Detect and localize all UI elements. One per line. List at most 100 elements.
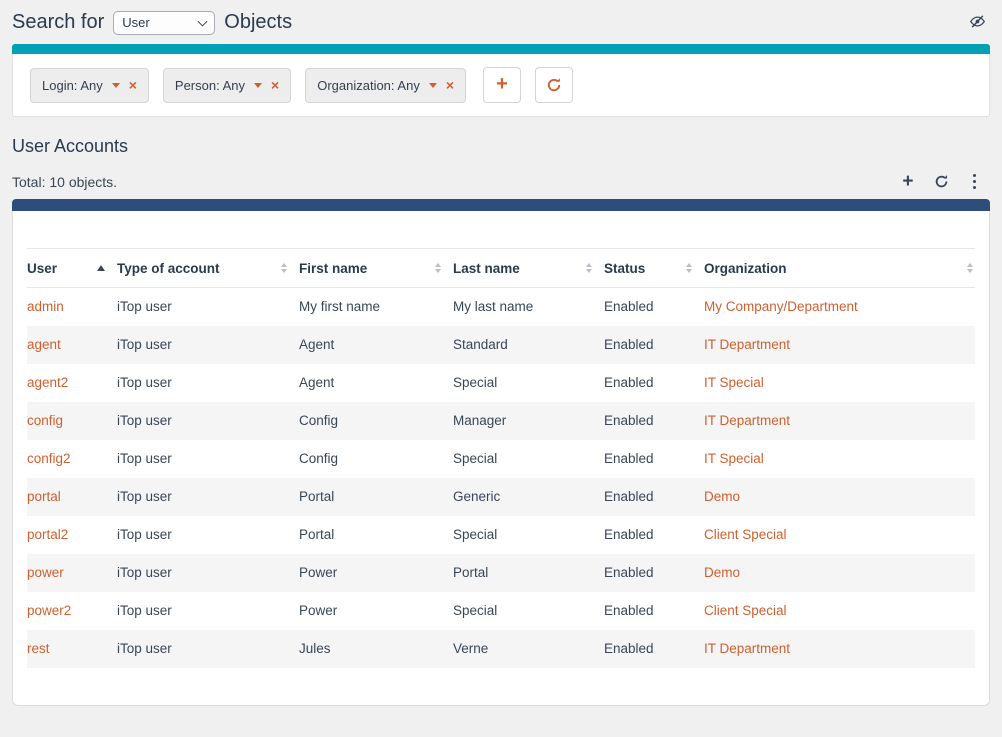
last-name-cell: Special [453, 592, 604, 630]
organization-link[interactable]: IT Special [704, 375, 764, 390]
organization-cell: IT Department [704, 402, 975, 440]
organization-cell: IT Department [704, 630, 975, 668]
user-link[interactable]: portal2 [27, 527, 68, 542]
user-link[interactable]: power [27, 565, 64, 580]
first-name-cell: Power [299, 554, 453, 592]
last-name-cell: Standard [453, 326, 604, 364]
organization-cell: IT Special [704, 440, 975, 478]
organization-cell: IT Special [704, 364, 975, 402]
status-cell: Enabled [604, 478, 704, 516]
last-name-cell: Special [453, 516, 604, 554]
organization-link[interactable]: My Company/Department [704, 299, 858, 314]
filter-criterion-chip[interactable]: Organization: Any × [305, 68, 466, 103]
class-select[interactable]: User [113, 11, 215, 35]
organization-link[interactable]: IT Department [704, 337, 790, 352]
user-link[interactable]: config [27, 413, 63, 428]
sort-down-arrow [967, 269, 973, 273]
remove-criterion-icon[interactable]: × [446, 78, 454, 92]
column-header-user[interactable]: User [27, 249, 117, 288]
user-cell: agent2 [27, 364, 117, 402]
column-header-organization[interactable]: Organization [704, 249, 975, 288]
organization-link[interactable]: Demo [704, 489, 740, 504]
organization-link[interactable]: Client Special [704, 527, 787, 542]
organization-link[interactable]: IT Department [704, 413, 790, 428]
caret-down-icon[interactable] [429, 83, 437, 88]
page-title-prefix: Search for [12, 11, 104, 34]
user-cell: admin [27, 288, 117, 326]
sort-icon[interactable] [967, 263, 973, 273]
sort-up-arrow [435, 263, 441, 267]
plus-icon: + [902, 172, 913, 191]
column-header-inner: Organization [704, 261, 975, 276]
caret-down-icon[interactable] [112, 83, 120, 88]
caret-down-icon[interactable] [254, 83, 262, 88]
sort-down-arrow [281, 269, 287, 273]
user-link[interactable]: config2 [27, 451, 71, 466]
search-criteria-panel: Login: Any× Person: Any× Organization: Any… [12, 54, 990, 117]
filter-criterion-chip[interactable]: Person: Any× [163, 68, 291, 103]
column-label: User [27, 261, 57, 276]
status-cell: Enabled [604, 516, 704, 554]
table-row: agent2iTop userAgentSpecialEnabledIT Spe… [27, 364, 975, 402]
sort-up-arrow [967, 263, 973, 267]
column-header-inner: Status [604, 261, 704, 276]
kebab-menu-icon [969, 174, 981, 190]
criterion-label: Organization: Any [317, 78, 420, 93]
class-select-wrap: User [113, 10, 215, 35]
first-name-cell: Power [299, 592, 453, 630]
sort-icon[interactable] [686, 263, 692, 273]
column-header-last-name[interactable]: Last name [453, 249, 604, 288]
user-link[interactable]: rest [27, 641, 50, 656]
user-cell: agent [27, 326, 117, 364]
last-name-cell: Verne [453, 630, 604, 668]
remove-criterion-icon[interactable]: × [129, 78, 137, 92]
sort-up-arrow [686, 263, 692, 267]
last-name-cell: Special [453, 440, 604, 478]
first-name-cell: My first name [299, 288, 453, 326]
filter-criterion-chip[interactable]: Login: Any× [30, 68, 149, 103]
status-cell: Enabled [604, 440, 704, 478]
organization-cell: Client Special [704, 592, 975, 630]
results-title: User Accounts [12, 136, 990, 157]
user-cell: power2 [27, 592, 117, 630]
hide-search-button[interactable] [967, 11, 988, 35]
user-link[interactable]: admin [27, 299, 64, 314]
list-accent-bar [12, 199, 990, 211]
new-object-button[interactable]: + [902, 172, 913, 191]
first-name-cell: Agent [299, 364, 453, 402]
column-header-status[interactable]: Status [604, 249, 704, 288]
user-cell: rest [27, 630, 117, 668]
status-cell: Enabled [604, 288, 704, 326]
column-header-type-of-account[interactable]: Type of account [117, 249, 299, 288]
table-header-row: User Type of accountFirst nameLast nameSt… [27, 249, 975, 288]
other-actions-button[interactable] [969, 174, 981, 190]
user-link[interactable]: portal [27, 489, 61, 504]
sort-down-arrow [686, 269, 692, 273]
type-cell: iTop user [117, 592, 299, 630]
sort-icon[interactable] [281, 263, 287, 273]
add-criterion-button[interactable]: + [483, 67, 521, 103]
user-link[interactable]: agent2 [27, 375, 68, 390]
type-cell: iTop user [117, 402, 299, 440]
status-cell: Enabled [604, 326, 704, 364]
type-cell: iTop user [117, 554, 299, 592]
remove-criterion-icon[interactable]: × [271, 78, 279, 92]
status-cell: Enabled [604, 364, 704, 402]
column-label: Status [604, 261, 645, 276]
refresh-search-button[interactable] [535, 67, 573, 103]
last-name-cell: Special [453, 364, 604, 402]
sort-icon[interactable] [435, 263, 441, 273]
sort-icon[interactable] [586, 263, 592, 273]
last-name-cell: My last name [453, 288, 604, 326]
organization-link[interactable]: Demo [704, 565, 740, 580]
organization-link[interactable]: IT Special [704, 451, 764, 466]
column-header-first-name[interactable]: First name [299, 249, 453, 288]
refresh-list-button[interactable] [934, 174, 949, 189]
sort-asc-icon[interactable] [97, 265, 105, 271]
organization-link[interactable]: IT Department [704, 641, 790, 656]
table-row: agentiTop userAgentStandardEnabledIT Dep… [27, 326, 975, 364]
organization-link[interactable]: Client Special [704, 603, 787, 618]
table-row: portal2iTop userPortalSpecialEnabledClie… [27, 516, 975, 554]
user-link[interactable]: agent [27, 337, 61, 352]
user-link[interactable]: power2 [27, 603, 71, 618]
